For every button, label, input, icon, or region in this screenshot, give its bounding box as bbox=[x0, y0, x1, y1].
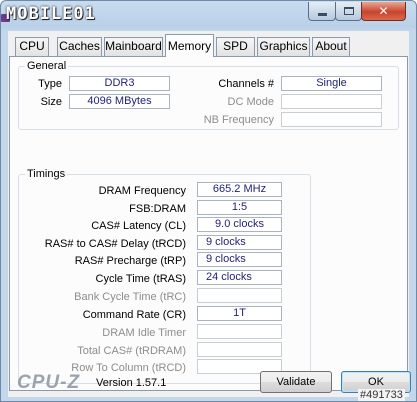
close-button[interactable]: ✕ bbox=[361, 2, 406, 21]
validate-button[interactable]: Validate bbox=[260, 371, 332, 393]
tab-caches[interactable]: Caches bbox=[57, 37, 102, 56]
dram-idle-timer-label: DRAM Idle Timer bbox=[102, 327, 186, 339]
title-logo: MOBILE01 bbox=[6, 4, 96, 24]
timings-group: Timings DRAM Frequency 665.2 MHz FSB:DRA… bbox=[18, 167, 311, 384]
general-title: General bbox=[25, 59, 69, 73]
cas-latency-label: CAS# Latency (CL) bbox=[91, 220, 186, 232]
trp-label: RAS# Precharge (tRP) bbox=[74, 255, 186, 267]
cpuz-brand: CPU-Z bbox=[17, 372, 81, 393]
close-icon: ✕ bbox=[378, 4, 389, 18]
nb-frequency-value bbox=[281, 112, 382, 127]
size-label: Size bbox=[40, 96, 62, 108]
memory-panel: General Type DDR3 Size 4096 MBytes Chann… bbox=[9, 56, 408, 391]
dram-idle-timer-value bbox=[197, 324, 282, 339]
trp-value: 9 clocks bbox=[197, 252, 282, 267]
size-value: 4096 MBytes bbox=[69, 94, 170, 109]
maximize-icon bbox=[343, 7, 354, 15]
title-bar[interactable]: MOBILE01 ✕ bbox=[1, 1, 416, 29]
version-label: Version 1.57.1 bbox=[96, 377, 167, 389]
tab-about[interactable]: About bbox=[312, 37, 350, 56]
dram-frequency-value: 665.2 MHz bbox=[197, 182, 282, 197]
maximize-button[interactable] bbox=[335, 2, 362, 21]
command-rate-label: Command Rate (CR) bbox=[82, 309, 186, 321]
tras-value: 24 clocks bbox=[197, 270, 282, 285]
general-group: General Type DDR3 Size 4096 MBytes Chann… bbox=[18, 59, 399, 130]
tab-memory[interactable]: Memory bbox=[165, 34, 214, 57]
fsb-dram-value: 1:5 bbox=[197, 200, 282, 215]
minimize-button[interactable] bbox=[308, 2, 336, 21]
total-cas-label: Total CAS# (tRDRAM) bbox=[77, 345, 186, 357]
minimize-icon bbox=[317, 12, 327, 16]
tab-strip: CPU Caches Mainboard Memory SPD Graphics… bbox=[8, 31, 409, 57]
channels-value: Single bbox=[281, 76, 382, 91]
trc-value bbox=[197, 288, 282, 303]
type-value: DDR3 bbox=[69, 76, 170, 91]
client-area: CPU Caches Mainboard Memory SPD Graphics… bbox=[8, 31, 411, 397]
cpuz-window: MOBILE01 ✕ CPU Caches Mainboard Memory S… bbox=[0, 0, 417, 402]
type-label: Type bbox=[38, 78, 62, 90]
trcd-label: RAS# to CAS# Delay (tRCD) bbox=[44, 238, 186, 250]
tras-label: Cycle Time (tRAS) bbox=[95, 273, 186, 285]
timings-title: Timings bbox=[25, 167, 68, 181]
fsb-dram-label: FSB:DRAM bbox=[129, 203, 186, 215]
command-rate-value: 1T bbox=[197, 306, 282, 321]
dc-mode-value bbox=[281, 94, 382, 109]
tab-mainboard[interactable]: Mainboard bbox=[104, 37, 163, 56]
total-cas-value bbox=[197, 342, 282, 357]
tab-cpu[interactable]: CPU bbox=[15, 37, 49, 56]
nb-frequency-label: NB Frequency bbox=[203, 114, 274, 126]
watermark-id: #491733 bbox=[358, 389, 405, 401]
trc-label: Bank Cycle Time (tRC) bbox=[74, 291, 186, 303]
dram-frequency-label: DRAM Frequency bbox=[98, 185, 186, 197]
channels-label: Channels # bbox=[218, 78, 274, 90]
tab-spd[interactable]: SPD bbox=[216, 37, 255, 56]
cas-latency-value: 9.0 clocks bbox=[197, 217, 282, 232]
tab-graphics[interactable]: Graphics bbox=[257, 37, 310, 56]
dc-mode-label: DC Mode bbox=[227, 96, 274, 108]
trcd-value: 9 clocks bbox=[197, 235, 282, 250]
